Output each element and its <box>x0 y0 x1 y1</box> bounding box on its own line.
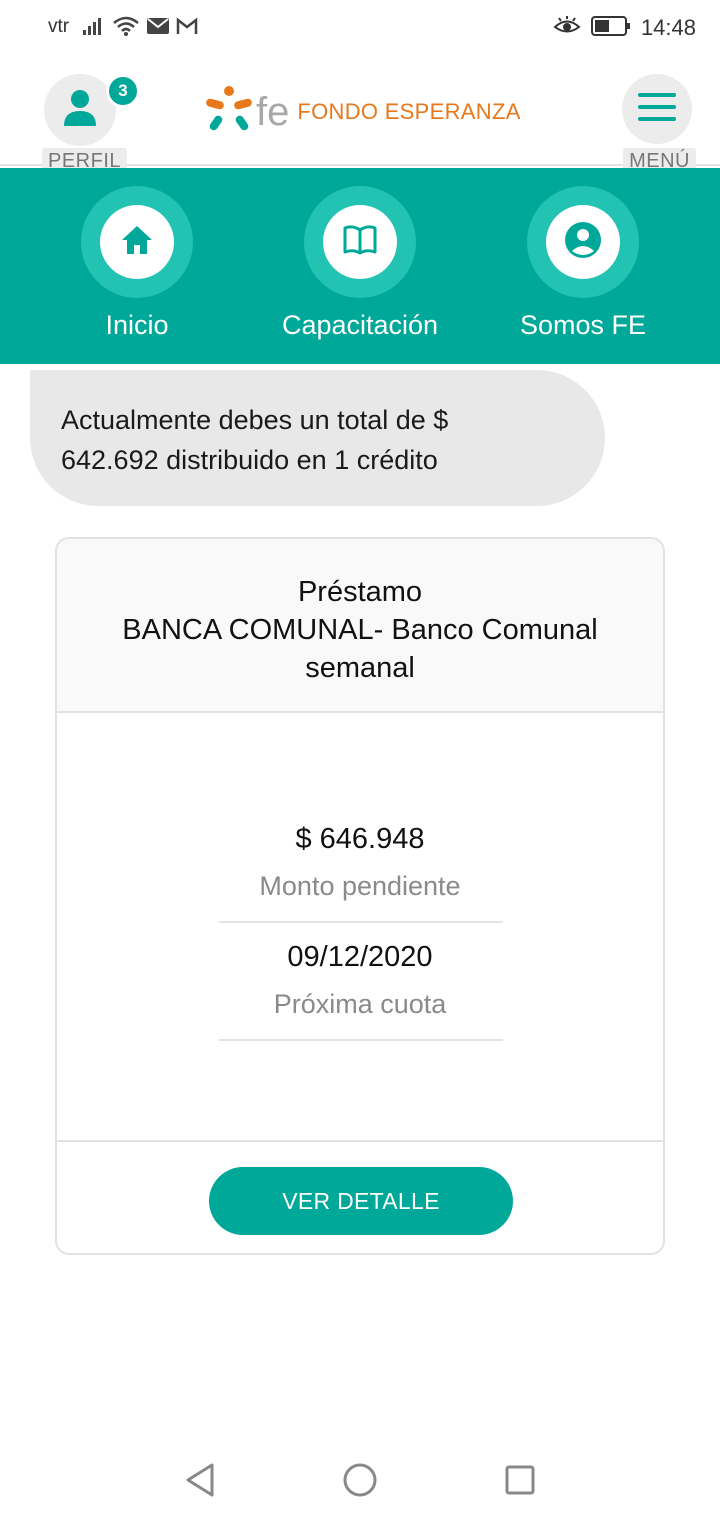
nav-ring[interactable] <box>81 186 193 298</box>
nav-item-somos-fe[interactable]: Somos FE <box>483 186 683 356</box>
card-footer-divider <box>57 1140 663 1142</box>
mail-icon <box>146 17 170 40</box>
back-triangle-icon <box>184 1462 216 1503</box>
menu-circle[interactable] <box>622 74 692 144</box>
nav-item-inicio[interactable]: Inicio <box>37 186 237 356</box>
loan-card: Préstamo BANCA COMUNAL- Banco Comunal se… <box>55 537 665 1255</box>
battery-icon <box>590 15 631 42</box>
loan-type: Préstamo <box>297 576 423 608</box>
loan-frequency: semanal <box>305 652 415 684</box>
pending-amount-value: $ 646.948 <box>295 823 425 855</box>
status-bar: vtr 14:48 <box>0 0 720 56</box>
debt-summary-bubble: Actualmente debes un total de $ 642.692 … <box>30 370 605 506</box>
status-icons-left <box>82 14 198 42</box>
status-icons-right: 14:48 <box>553 14 696 42</box>
logo-star-icon <box>204 85 254 140</box>
next-payment-label: Próxima cuota <box>273 989 447 1019</box>
home-circle-icon <box>342 1462 378 1503</box>
profile-button[interactable]: 3 PERFIL <box>40 72 140 175</box>
app-header: 3 PERFIL fe FONDO ESPERANZA MENÚ <box>0 56 720 175</box>
profile-avatar[interactable] <box>44 74 116 146</box>
divider <box>219 1039 503 1041</box>
person-icon <box>63 89 97 132</box>
nav-icon-circle <box>323 205 397 279</box>
loan-card-header: Préstamo BANCA COMUNAL- Banco Comunal se… <box>57 539 663 713</box>
debt-summary-line2: 642.692 distribuido en 1 crédito <box>61 445 438 475</box>
nav-icon-circle <box>546 205 620 279</box>
divider <box>219 921 503 923</box>
back-button[interactable] <box>180 1462 220 1502</box>
home-icon <box>120 224 154 261</box>
recents-square-icon <box>504 1464 536 1501</box>
hamburger-icon <box>638 92 676 127</box>
carrier-name: vtr <box>48 16 70 37</box>
clock: 14:48 <box>640 15 696 40</box>
nav-label: Somos FE <box>519 310 647 340</box>
view-detail-button[interactable]: VER DETALLE <box>209 1167 513 1235</box>
signal-icon <box>82 16 106 41</box>
nav-icon-circle <box>100 205 174 279</box>
gmail-icon <box>176 16 198 40</box>
main-nav: Inicio Capacitación Somos FE <box>0 168 720 364</box>
book-icon <box>342 224 378 260</box>
nav-ring[interactable] <box>304 186 416 298</box>
brand-logo: fe FONDO ESPERANZA <box>204 84 521 140</box>
nav-label: Capacitación <box>281 310 439 340</box>
next-payment-date: 09/12/2020 <box>287 941 433 973</box>
loan-name: BANCA COMUNAL- Banco Comunal <box>122 614 598 646</box>
menu-button[interactable]: MENÚ <box>622 72 696 175</box>
logo-text: FONDO ESPERANZA <box>297 99 521 124</box>
user-circle-icon <box>564 221 602 264</box>
wifi-icon <box>112 15 140 42</box>
system-nav-bar <box>0 1440 720 1520</box>
eye-comfort-icon <box>553 15 581 41</box>
recents-button[interactable] <box>500 1462 540 1502</box>
home-button[interactable] <box>340 1462 380 1502</box>
logo-mark: fe <box>256 90 290 134</box>
pending-amount-label: Monto pendiente <box>259 871 461 901</box>
debt-summary-line1: Actualmente debes un total de $ <box>61 405 449 435</box>
nav-label: Inicio <box>105 310 169 340</box>
nav-item-capacitacion[interactable]: Capacitación <box>260 186 460 356</box>
nav-ring[interactable] <box>527 186 639 298</box>
notification-badge: 3 <box>106 74 140 108</box>
